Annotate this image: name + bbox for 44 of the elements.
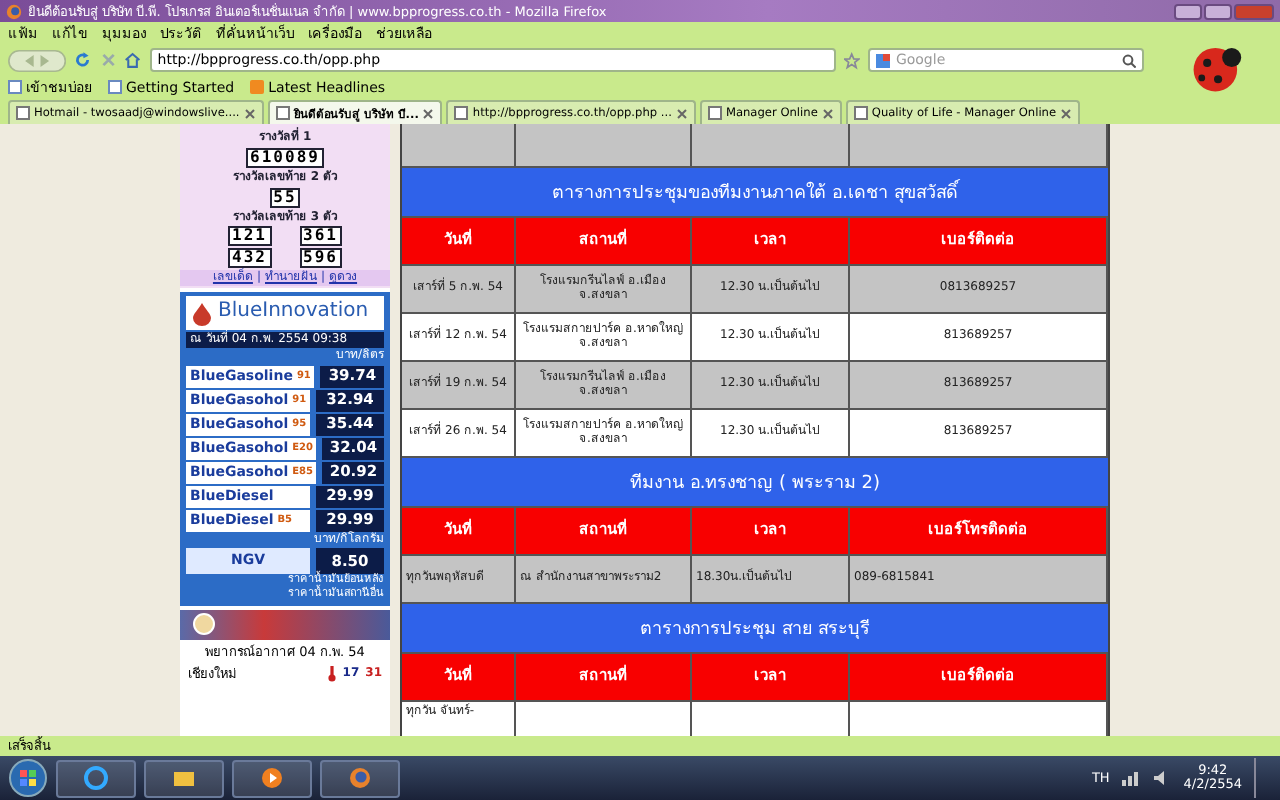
taskbar-button[interactable] (144, 759, 224, 797)
maximize-button[interactable] (1204, 3, 1232, 19)
close-icon[interactable] (675, 107, 688, 119)
star-icon[interactable] (844, 51, 860, 69)
drop-icon (192, 301, 212, 326)
taskbar-button[interactable] (56, 759, 136, 797)
section-title: ทีมงาน อ.ทรงชาญ ( พระราม 2) (402, 458, 1108, 508)
folder-icon (172, 766, 196, 790)
close-icon[interactable] (1060, 107, 1073, 119)
close-icon[interactable] (243, 107, 256, 119)
firefox-icon (348, 766, 372, 790)
emblem-icon (192, 612, 216, 637)
reload-icon[interactable] (74, 50, 92, 70)
lottery-number: 121 (228, 226, 271, 247)
page-icon (853, 106, 868, 120)
google-icon (875, 53, 890, 67)
taskbar-button[interactable] (232, 759, 312, 797)
home-icon[interactable] (124, 50, 142, 70)
firefox-icon (6, 3, 22, 19)
lottery-number: 610089 (246, 147, 324, 168)
section-title: ตารางการประชุม สาย สระบุรี (402, 604, 1108, 654)
lottery-number: 432 (228, 248, 271, 269)
section-title: ตารางการประชุมของทีมงานภาคใต้ อ.เดชา สุขสวัสดิ์ (402, 168, 1108, 218)
close-icon[interactable] (422, 107, 435, 119)
minimize-button[interactable] (1174, 3, 1202, 19)
network-icon[interactable] (1121, 770, 1142, 786)
search-icon[interactable] (1122, 53, 1137, 67)
lottery-number: 55 (269, 187, 301, 208)
feed-icon (250, 80, 265, 94)
browser-icon (84, 766, 108, 790)
thermometer-icon (328, 665, 337, 682)
page-icon (707, 106, 722, 120)
page-icon (454, 106, 469, 120)
page-icon (16, 106, 30, 120)
lottery-number: 361 (299, 226, 342, 247)
bookmark-icon (8, 80, 22, 94)
start-button[interactable] (8, 758, 48, 798)
brand-name: BlueInnovation (218, 302, 369, 324)
lottery-number: 596 (299, 248, 342, 269)
taskbar-button[interactable] (320, 759, 400, 797)
page-icon (275, 106, 290, 120)
page-icon (108, 80, 122, 94)
media-player-icon (260, 766, 284, 790)
close-icon[interactable] (821, 107, 834, 119)
